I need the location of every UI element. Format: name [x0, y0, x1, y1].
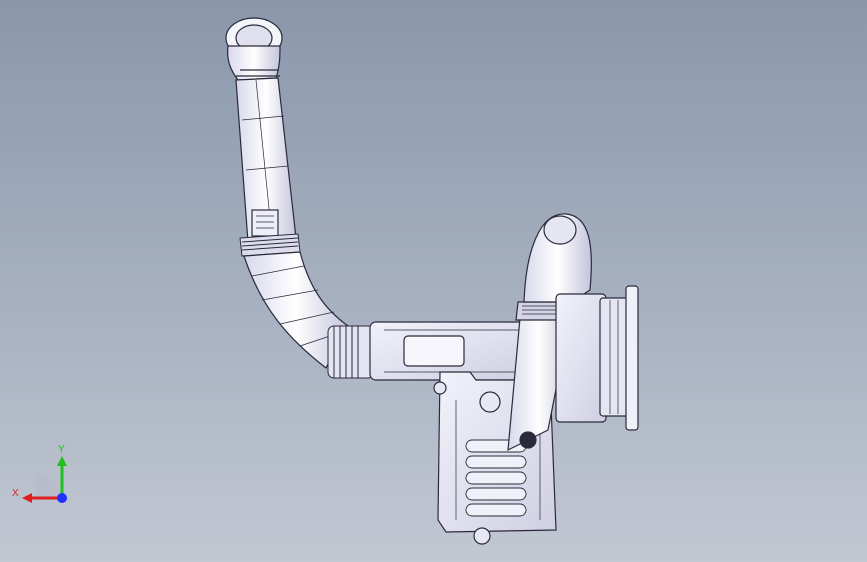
filter-ribs — [465, 439, 527, 517]
upper-right-elbow — [523, 213, 592, 303]
upper-straight-tube — [235, 77, 297, 243]
z-axis-dot — [57, 493, 67, 503]
coupling-bellows — [327, 325, 375, 379]
y-axis-label: Y — [58, 444, 65, 455]
x-axis-label: X — [12, 488, 19, 499]
upper-inlet-elbow — [225, 17, 283, 81]
horizontal-duct — [369, 321, 531, 381]
y-axis-arrowhead — [57, 456, 67, 466]
x-axis-arrowhead — [22, 493, 32, 503]
air-intake-duct-model[interactable] — [0, 0, 867, 562]
coordinate-triad: Y X — [12, 444, 67, 503]
cad-graphics-viewport[interactable]: Y X — [0, 0, 867, 562]
outlet-flange — [555, 285, 639, 431]
